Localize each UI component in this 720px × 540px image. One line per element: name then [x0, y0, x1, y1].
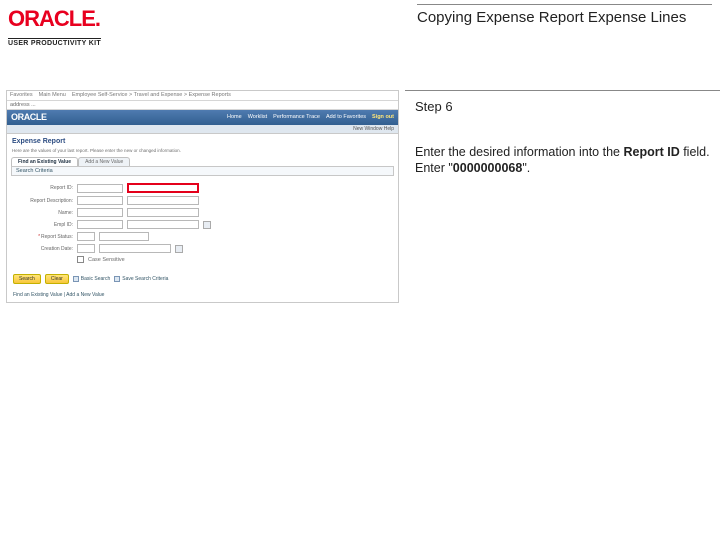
- link-basic: Basic Search: [73, 276, 110, 282]
- mock-tab-find: Find an Existing Value: [11, 157, 78, 166]
- lbl-empl: Empl ID:: [13, 222, 73, 228]
- mock-footer: Find an Existing Value | Add a New Value: [7, 288, 398, 302]
- mock-appbar: ORACLE Home Worklist Performance Trace A…: [7, 110, 398, 125]
- lbl-case: Case Sensitive: [88, 257, 125, 264]
- lbl-report-id: Report ID:: [13, 185, 73, 191]
- mock-addressbar: address ...: [7, 101, 398, 111]
- brand-logo: ORACLE. USER PRODUCTIVITY KIT: [8, 4, 178, 50]
- mock-button-row: Search Clear Basic Search Save Search Cr…: [7, 270, 398, 288]
- lbl-report-desc: Report Description:: [13, 198, 73, 204]
- page-title: Copying Expense Report Expense Lines: [417, 4, 712, 26]
- lbl-status: Report Status:: [13, 234, 73, 240]
- mock-oracle-logo: ORACLE: [11, 112, 47, 123]
- lookup-icon: [203, 221, 211, 229]
- mock-tab-add: Add a New Value: [78, 157, 130, 166]
- mock-page-title: Expense Report: [7, 134, 398, 148]
- mock-expander: Search Criteria: [11, 166, 394, 177]
- screenshot-mock: Favorites Main Menu Employee Self-Servic…: [0, 90, 405, 303]
- instruction-text: Enter the desired information into the R…: [415, 144, 714, 177]
- link-save: Save Search Criteria: [114, 276, 168, 282]
- btn-search: Search: [13, 274, 41, 284]
- mock-titlebar: Favorites Main Menu Employee Self-Servic…: [7, 91, 398, 101]
- mock-form: Report ID: Report Description: Name: Emp…: [7, 176, 398, 270]
- highlight-report-id-input[interactable]: [127, 183, 199, 193]
- mock-subbar: New Window Help: [7, 125, 398, 134]
- op-report-id: [77, 184, 123, 193]
- step-label: Step 6: [415, 91, 714, 114]
- checkbox-case: [77, 256, 84, 263]
- mock-desc: Here are the values of your last report.…: [7, 148, 398, 156]
- upk-subbrand: USER PRODUCTIVITY KIT: [8, 38, 101, 47]
- btn-clear: Clear: [45, 274, 69, 284]
- lbl-creation: Creation Date:: [13, 246, 73, 252]
- calendar-icon: [175, 245, 183, 253]
- lbl-name: Name:: [13, 210, 73, 216]
- mock-tabs: Find an Existing Value Add a New Value: [11, 157, 394, 166]
- oracle-logo: ORACLE: [8, 6, 95, 31]
